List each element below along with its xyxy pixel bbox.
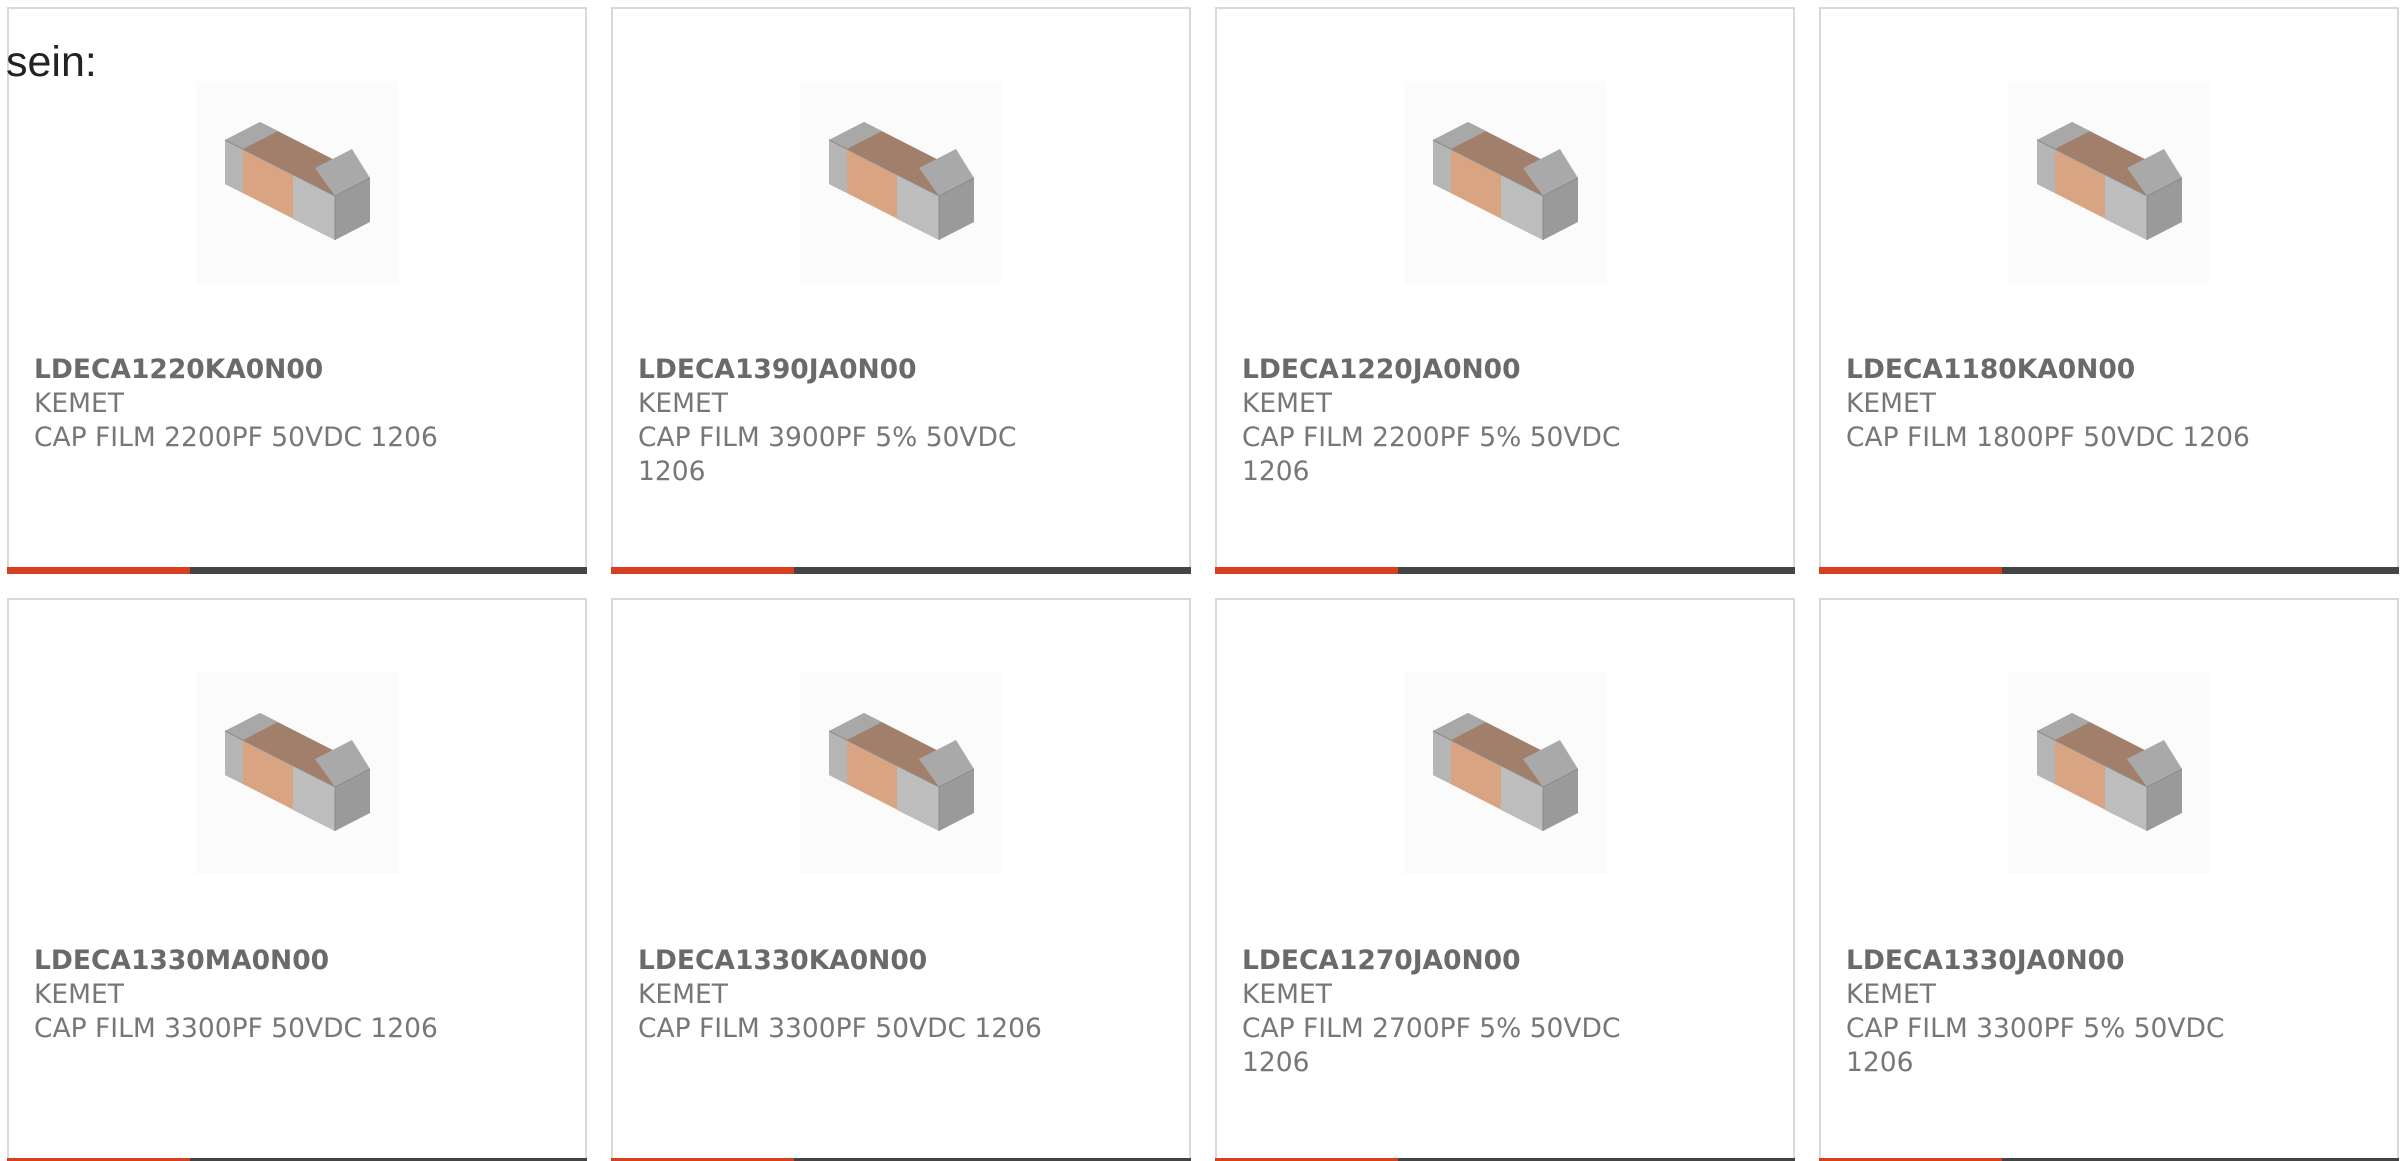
manufacturer: KEMET xyxy=(638,388,728,419)
smd-capacitor-icon xyxy=(224,713,371,831)
product-description: CAP FILM 3300PF 5% 50VDC 1206 xyxy=(1846,1013,2225,1078)
product-image[interactable] xyxy=(2008,81,2210,283)
card-accent-bar xyxy=(7,567,190,574)
product-info: LDECA1180KA0N00 KEMET CAP FILM 1800PF 50… xyxy=(1846,353,2276,455)
product-card[interactable]: LDECA1180KA0N00 KEMET CAP FILM 1800PF 50… xyxy=(1819,7,2399,574)
manufacturer: KEMET xyxy=(1846,979,1936,1010)
manufacturer: KEMET xyxy=(34,979,124,1010)
product-card[interactable]: LDECA1270JA0N00 KEMET CAP FILM 2700PF 5%… xyxy=(1215,598,1795,1161)
product-card[interactable]: LDECA1330JA0N00 KEMET CAP FILM 3300PF 5%… xyxy=(1819,598,2399,1161)
product-image[interactable] xyxy=(2008,672,2210,874)
smd-capacitor-icon xyxy=(1432,122,1579,240)
product-description: CAP FILM 2700PF 5% 50VDC 1206 xyxy=(1242,1013,1621,1078)
product-info: LDECA1220JA0N00 KEMET CAP FILM 2200PF 5%… xyxy=(1242,353,1672,489)
product-image[interactable] xyxy=(1404,81,1606,283)
product-description: CAP FILM 3300PF 50VDC 1206 xyxy=(638,1013,1042,1044)
product-image[interactable] xyxy=(800,672,1002,874)
product-card[interactable]: LDECA1390JA0N00 KEMET CAP FILM 3900PF 5%… xyxy=(611,7,1191,574)
product-image[interactable] xyxy=(1404,672,1606,874)
card-accent-bar xyxy=(1215,567,1398,574)
product-grid: LDECA1220KA0N00 KEMET CAP FILM 2200PF 50… xyxy=(7,7,2400,1161)
part-number[interactable]: LDECA1270JA0N00 xyxy=(1242,944,1672,978)
product-image[interactable] xyxy=(196,81,398,283)
part-number[interactable]: LDECA1220KA0N00 xyxy=(34,353,464,387)
part-number[interactable]: LDECA1330MA0N00 xyxy=(34,944,464,978)
product-page: sein: LDECA1220KA0N00 KEMET CAP FILM 220… xyxy=(0,0,2400,1161)
part-number[interactable]: LDECA1220JA0N00 xyxy=(1242,353,1672,387)
product-info: LDECA1390JA0N00 KEMET CAP FILM 3900PF 5%… xyxy=(638,353,1068,489)
product-image[interactable] xyxy=(800,81,1002,283)
product-description: CAP FILM 3900PF 5% 50VDC 1206 xyxy=(638,422,1017,487)
intro-text: sein: xyxy=(6,38,97,86)
card-footer-bar xyxy=(611,567,1191,574)
part-number[interactable]: LDECA1180KA0N00 xyxy=(1846,353,2276,387)
product-info: LDECA1330KA0N00 KEMET CAP FILM 3300PF 50… xyxy=(638,944,1068,1046)
product-card[interactable]: LDECA1330KA0N00 KEMET CAP FILM 3300PF 50… xyxy=(611,598,1191,1161)
smd-capacitor-icon xyxy=(2036,122,2183,240)
smd-capacitor-icon xyxy=(828,122,975,240)
manufacturer: KEMET xyxy=(638,979,728,1010)
smd-capacitor-icon xyxy=(2036,713,2183,831)
product-card[interactable]: LDECA1330MA0N00 KEMET CAP FILM 3300PF 50… xyxy=(7,598,587,1161)
smd-capacitor-icon xyxy=(828,713,975,831)
smd-capacitor-icon xyxy=(1432,713,1579,831)
manufacturer: KEMET xyxy=(1242,979,1332,1010)
product-description: CAP FILM 2200PF 5% 50VDC 1206 xyxy=(1242,422,1621,487)
part-number[interactable]: LDECA1330JA0N00 xyxy=(1846,944,2276,978)
product-image[interactable] xyxy=(196,672,398,874)
product-info: LDECA1270JA0N00 KEMET CAP FILM 2700PF 5%… xyxy=(1242,944,1672,1080)
card-footer-bar xyxy=(1819,567,2399,574)
manufacturer: KEMET xyxy=(1242,388,1332,419)
product-card[interactable]: LDECA1220JA0N00 KEMET CAP FILM 2200PF 5%… xyxy=(1215,7,1795,574)
part-number[interactable]: LDECA1390JA0N00 xyxy=(638,353,1068,387)
card-footer-bar xyxy=(7,567,587,574)
product-description: CAP FILM 1800PF 50VDC 1206 xyxy=(1846,422,2250,453)
card-accent-bar xyxy=(611,567,794,574)
product-info: LDECA1220KA0N00 KEMET CAP FILM 2200PF 50… xyxy=(34,353,464,455)
smd-capacitor-icon xyxy=(224,122,371,240)
product-info: LDECA1330JA0N00 KEMET CAP FILM 3300PF 5%… xyxy=(1846,944,2276,1080)
product-card[interactable]: LDECA1220KA0N00 KEMET CAP FILM 2200PF 50… xyxy=(7,7,587,574)
card-accent-bar xyxy=(1819,567,2002,574)
product-description: CAP FILM 3300PF 50VDC 1206 xyxy=(34,1013,438,1044)
product-info: LDECA1330MA0N00 KEMET CAP FILM 3300PF 50… xyxy=(34,944,464,1046)
card-footer-bar xyxy=(1215,567,1795,574)
product-description: CAP FILM 2200PF 50VDC 1206 xyxy=(34,422,438,453)
part-number[interactable]: LDECA1330KA0N00 xyxy=(638,944,1068,978)
manufacturer: KEMET xyxy=(1846,388,1936,419)
manufacturer: KEMET xyxy=(34,388,124,419)
